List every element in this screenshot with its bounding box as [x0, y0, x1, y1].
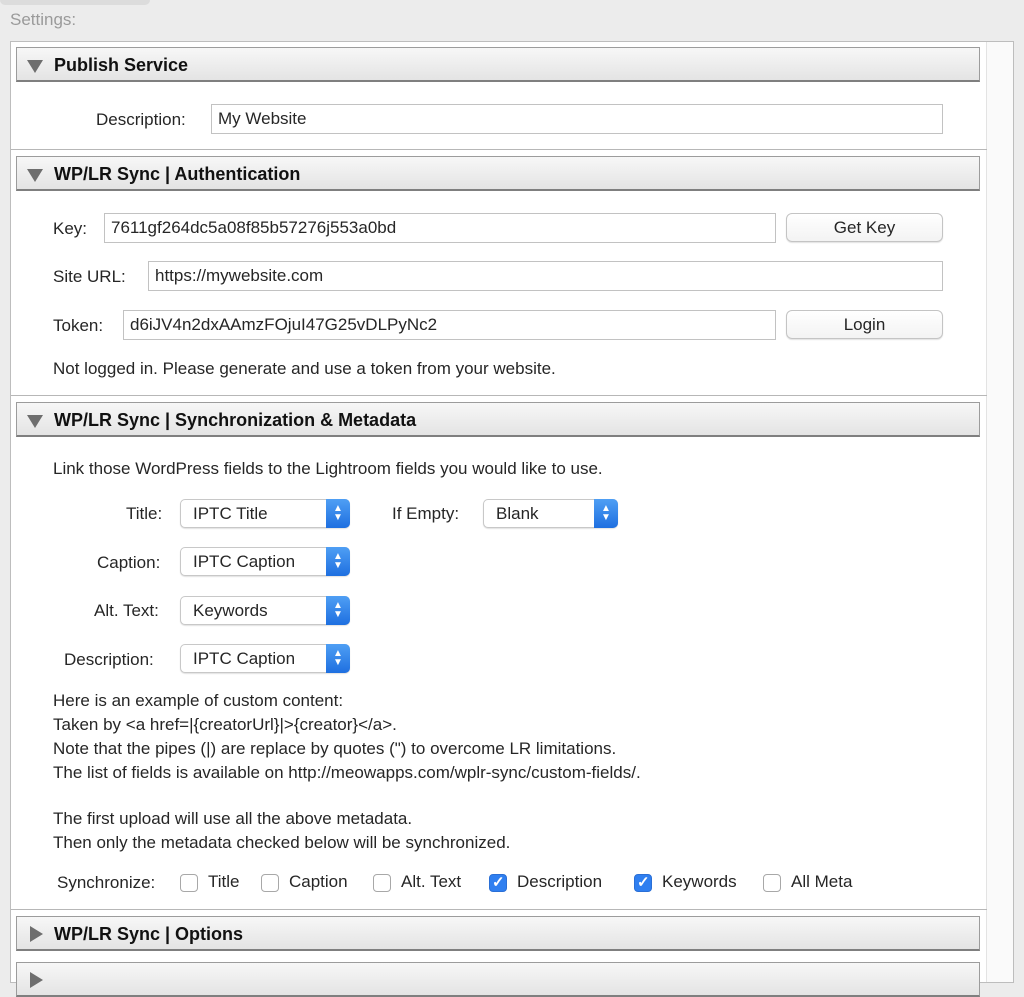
description-field-label: Description: — [64, 650, 154, 669]
select-arrows-icon[interactable]: ▲ ▼ — [326, 596, 350, 625]
select-arrows-icon[interactable]: ▲ ▼ — [594, 499, 618, 528]
help-text-line: Here is an example of custom content: — [53, 691, 344, 710]
checkmark-icon: ✓ — [637, 874, 650, 891]
description-select[interactable]: IPTC Caption ▲ ▼ — [180, 644, 350, 673]
description-label: Description: — [96, 110, 186, 129]
section-title: WP/LR Sync | Authentication — [54, 164, 301, 184]
checkbox-label: Description — [517, 872, 603, 891]
checkbox-label: Title — [208, 872, 240, 891]
description-input[interactable]: My Website — [211, 104, 943, 134]
select-value: IPTC Caption — [193, 649, 296, 668]
checkbox-label: Keywords — [662, 872, 737, 891]
settings-label: Settings: — [10, 10, 77, 29]
section-divider — [11, 149, 987, 150]
disclosure-triangle-icon[interactable] — [27, 169, 43, 182]
sync-intro-text: Link those WordPress fields to the Light… — [53, 459, 603, 478]
select-value: Blank — [496, 504, 539, 523]
sync-title-checkbox[interactable] — [180, 874, 198, 892]
section-divider — [11, 909, 987, 910]
site-url-input[interactable]: https://mywebsite.com — [148, 261, 943, 291]
title-select[interactable]: IPTC Title ▲ ▼ — [180, 499, 350, 528]
checkmark-icon: ✓ — [492, 874, 505, 891]
help-text-line: The list of fields is available on http:… — [53, 763, 641, 782]
token-label: Token: — [53, 316, 104, 335]
section-title: WP/LR Sync | Options — [54, 924, 244, 944]
select-arrows-icon[interactable]: ▲ ▼ — [326, 499, 350, 528]
select-arrows-icon[interactable]: ▲ ▼ — [326, 547, 350, 576]
section-header-options[interactable]: WP/LR Sync | Options — [16, 916, 980, 951]
alt-text-field-label: Alt. Text: — [94, 601, 159, 620]
upload-text-line: Then only the metadata checked below wil… — [53, 833, 511, 852]
select-value: IPTC Title — [193, 504, 268, 523]
if-empty-select[interactable]: Blank ▲ ▼ — [483, 499, 618, 528]
disclosure-triangle-right-icon[interactable] — [30, 972, 43, 988]
section-header-partial[interactable] — [16, 962, 980, 997]
section-header-authentication[interactable]: WP/LR Sync | Authentication — [16, 156, 980, 191]
sync-alt-text-checkbox[interactable] — [373, 874, 391, 892]
select-value: Keywords — [193, 601, 268, 620]
settings-topbar: Settings: — [0, 0, 1024, 40]
section-title: WP/LR Sync | Synchronization & Metadata — [54, 410, 417, 430]
sync-all-meta-checkbox[interactable] — [763, 874, 781, 892]
section-header-publish-service[interactable]: Publish Service — [16, 47, 980, 82]
login-button[interactable]: Login — [786, 310, 943, 339]
alt-text-select[interactable]: Keywords ▲ ▼ — [180, 596, 350, 625]
sync-caption-checkbox[interactable] — [261, 874, 279, 892]
key-input[interactable]: 7611gf264dc5a08f85b57276j553a0bd — [104, 213, 776, 243]
sync-description-checkbox[interactable]: ✓ — [489, 874, 507, 892]
section-header-sync-metadata[interactable]: WP/LR Sync | Synchronization & Metadata — [16, 402, 980, 437]
key-label: Key: — [53, 219, 88, 238]
synchronize-label: Synchronize: — [57, 873, 156, 892]
section-title: Publish Service — [54, 55, 189, 75]
site-url-label: Site URL: — [53, 267, 126, 286]
get-key-button[interactable]: Get Key — [786, 213, 943, 242]
caption-select[interactable]: IPTC Caption ▲ ▼ — [180, 547, 350, 576]
section-divider — [11, 395, 987, 396]
checkbox-label: Alt. Text — [401, 872, 462, 891]
top-tab — [0, 0, 150, 5]
scroll-track[interactable] — [986, 42, 1013, 982]
help-text-line: Taken by <a href=|{creatorUrl}|>{creator… — [53, 715, 397, 734]
settings-panel: Publish Service Description: My Website … — [10, 41, 1014, 997]
login-status-text: Not logged in. Please generate and use a… — [53, 359, 556, 378]
sync-keywords-checkbox[interactable]: ✓ — [634, 874, 652, 892]
select-value: IPTC Caption — [193, 552, 296, 571]
token-input[interactable]: d6iJV4n2dxAAmzFOjuI47G25vDLPyNc2 — [123, 310, 776, 340]
checkbox-label: Caption — [289, 872, 348, 891]
upload-text-line: The first upload will use all the above … — [53, 809, 413, 828]
title-field-label: Title: — [126, 504, 163, 523]
caption-field-label: Caption: — [97, 553, 161, 572]
select-arrows-icon[interactable]: ▲ ▼ — [326, 644, 350, 673]
if-empty-label: If Empty: — [392, 504, 460, 523]
help-text-line: Note that the pipes (|) are replace by q… — [53, 739, 617, 758]
disclosure-triangle-icon[interactable] — [27, 415, 43, 428]
disclosure-triangle-icon[interactable] — [27, 60, 43, 73]
checkbox-label: All Meta — [791, 872, 853, 891]
disclosure-triangle-right-icon[interactable] — [30, 926, 43, 942]
